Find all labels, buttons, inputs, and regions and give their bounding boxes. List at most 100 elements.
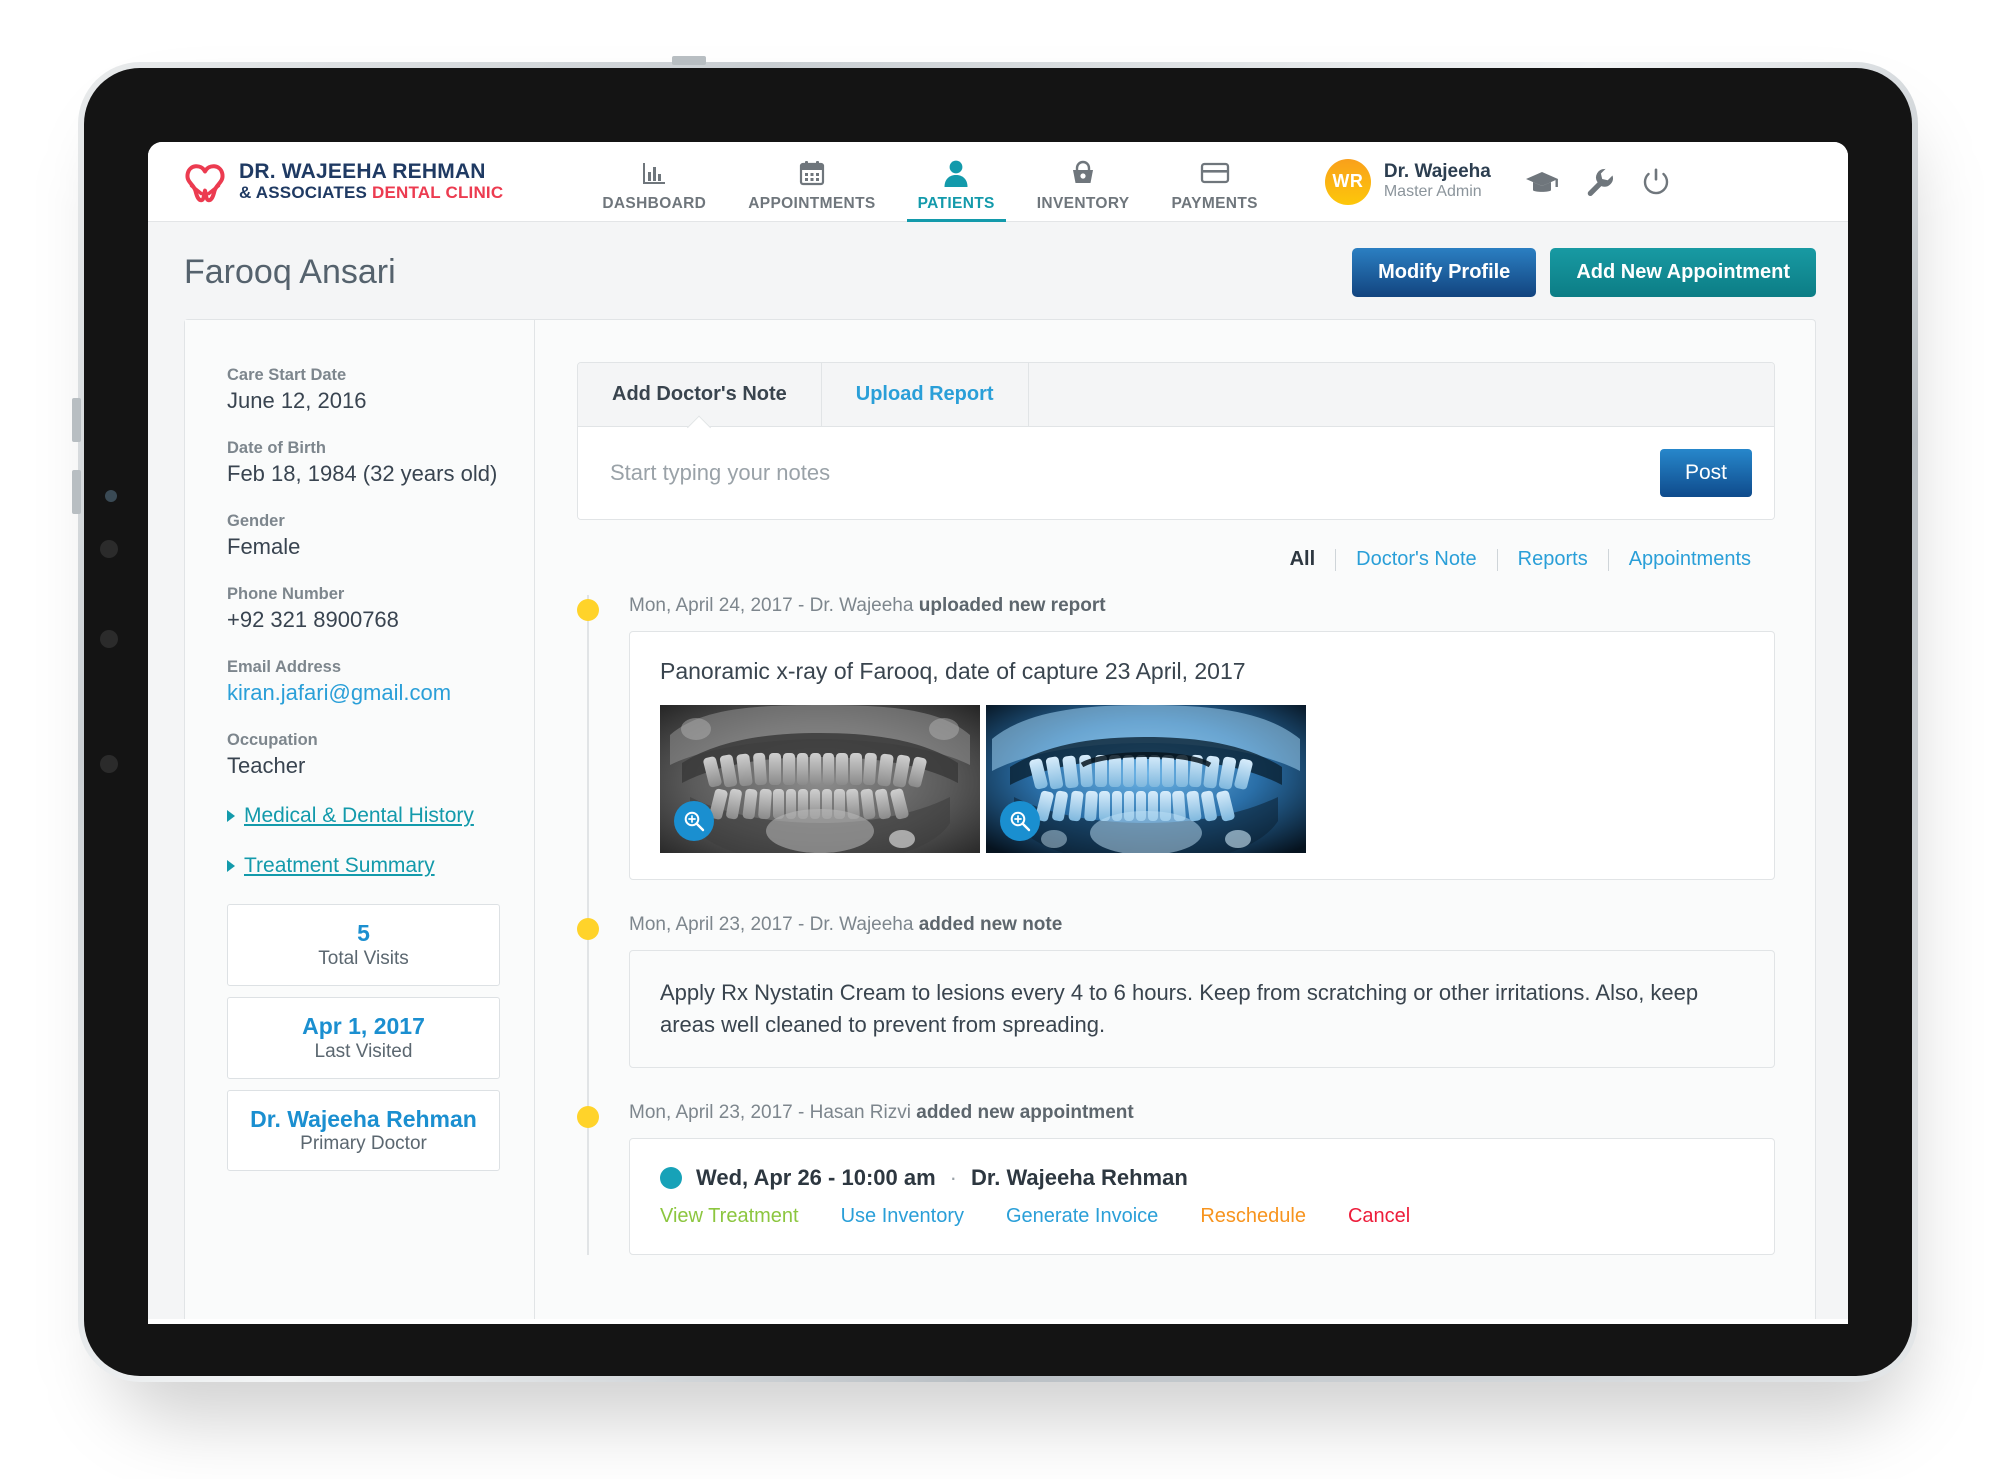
timeline-meta-action: uploaded new report <box>918 595 1106 616</box>
volume-button-hardware[interactable] <box>72 398 81 442</box>
nav-label-inventory: INVENTORY <box>1036 194 1130 212</box>
appointment-status-dot-icon <box>660 1166 682 1189</box>
disclosure-label: Medical & Dental History <box>244 804 474 827</box>
filter-doctors-note[interactable]: Doctor's Note <box>1336 548 1497 571</box>
panoramic-xray-grayscale[interactable] <box>660 705 980 853</box>
brand-logo[interactable]: DR. WAJEEHA REHMAN & ASSOCIATES DENTAL C… <box>182 159 503 205</box>
brand-line-2-red: DENTAL CLINIC <box>371 182 504 202</box>
field-value: Teacher <box>227 753 306 778</box>
nav-item-appointments[interactable]: APPOINTMENTS <box>727 142 896 222</box>
field-value: June 12, 2016 <box>227 388 367 413</box>
patient-activity-main: Add Doctor's Note Upload Report Post <box>535 320 1815 1319</box>
timeline-meta: Mon, April 24, 2017 - Dr. Wajeeha upload… <box>629 595 1775 617</box>
brand-line-1: DR. WAJEEHA REHMAN <box>239 160 486 184</box>
brand-line-2: & ASSOCIATES DENTAL CLINIC <box>239 182 504 202</box>
field-phone-number: Phone Number +92 321 8900768 <box>227 585 500 633</box>
user-menu[interactable]: WR Dr. Wajeeha Master Admin <box>1324 158 1491 205</box>
composer-body: Post <box>578 427 1774 519</box>
filter-appointments[interactable]: Appointments <box>1609 548 1771 571</box>
field-occupation: Occupation Teacher <box>227 731 500 779</box>
activity-timeline: Mon, April 24, 2017 - Dr. Wajeeha upload… <box>577 595 1775 1255</box>
generate-invoice-link[interactable]: Generate Invoice <box>1006 1205 1158 1228</box>
user-info: Dr. Wajeeha Master Admin <box>1384 161 1491 201</box>
tablet-screen: DR. WAJEEHA REHMAN & ASSOCIATES DENTAL C… <box>148 142 1848 1324</box>
magnifier-plus-icon[interactable] <box>1000 801 1040 841</box>
brand-line-2-dark: & ASSOCIATES <box>239 182 368 202</box>
brand-text: DR. WAJEEHA REHMAN & ASSOCIATES DENTAL C… <box>239 160 504 202</box>
tab-upload-report[interactable]: Upload Report <box>822 363 1029 426</box>
power-button-hardware[interactable] <box>672 56 706 65</box>
appointment-datetime: Wed, Apr 26 - 10:00 am <box>696 1164 936 1190</box>
add-new-appointment-button[interactable]: Add New Appointment <box>1550 248 1816 297</box>
note-text: Apply Rx Nystatin Cream to lesions every… <box>660 980 1699 1037</box>
note-input[interactable] <box>610 460 1660 486</box>
graduation-cap-icon[interactable] <box>1525 169 1559 195</box>
appointment-header: Wed, Apr 26 - 10:00 am · Dr. Wajeeha Reh… <box>660 1165 1744 1191</box>
nav-label-dashboard: DASHBOARD <box>602 194 707 212</box>
credit-card-icon <box>1200 158 1230 188</box>
email-link[interactable]: kiran.jafari@gmail.com <box>227 680 500 706</box>
patient-panel: Care Start Date June 12, 2016 Date of Bi… <box>184 319 1816 1319</box>
note-card: Apply Rx Nystatin Cream to lesions every… <box>629 950 1775 1068</box>
field-value: +92 321 8900768 <box>227 607 399 632</box>
stat-total-visits: 5 Total Visits <box>227 904 500 986</box>
bar-chart-icon <box>641 158 667 188</box>
power-icon[interactable] <box>1641 167 1671 197</box>
user-role: Master Admin <box>1383 183 1482 201</box>
cancel-link[interactable]: Cancel <box>1348 1205 1410 1228</box>
filter-all[interactable]: All <box>1270 548 1336 571</box>
appointment-actions: View Treatment Use Inventory Generate In… <box>660 1205 1744 1228</box>
field-label: Occupation <box>227 731 318 749</box>
timeline-item-note: Mon, April 23, 2017 - Dr. Wajeeha added … <box>577 914 1775 1068</box>
nav-item-inventory[interactable]: INVENTORY <box>1016 142 1151 222</box>
timeline-meta: Mon, April 23, 2017 - Dr. Wajeeha added … <box>629 914 1775 936</box>
xray-image-row <box>660 705 1744 853</box>
reschedule-link[interactable]: Reschedule <box>1200 1205 1306 1228</box>
tooth-heart-logo-icon <box>185 163 225 202</box>
screenshot-root: DR. WAJEEHA REHMAN & ASSOCIATES DENTAL C… <box>0 0 1994 1479</box>
tab-add-doctors-note[interactable]: Add Doctor's Note <box>578 363 822 440</box>
timeline-meta: Mon, April 23, 2017 - Hasan Rizvi added … <box>629 1102 1775 1124</box>
view-treatment-link[interactable]: View Treatment <box>660 1205 799 1228</box>
medical-dental-history-toggle[interactable]: Medical & Dental History <box>227 804 500 828</box>
field-label: Email Address <box>227 658 342 676</box>
sensor-dot-3 <box>100 755 118 773</box>
timeline-dot <box>577 918 599 940</box>
page-title: Farooq Ansari <box>184 253 396 291</box>
filter-reports[interactable]: Reports <box>1498 548 1608 571</box>
appointment-doctor: Dr. Wajeeha Rehman <box>970 1164 1188 1190</box>
stat-label: Last Visited <box>314 1040 413 1062</box>
field-label: Phone Number <box>227 585 345 603</box>
nav-label-patients: PATIENTS <box>917 194 995 212</box>
panoramic-xray-blue[interactable] <box>986 705 1306 853</box>
basket-icon <box>1069 158 1097 188</box>
stat-value: Dr. Wajeeha Rehman <box>250 1105 477 1132</box>
chevron-right-icon <box>227 860 235 872</box>
field-gender: Gender Female <box>227 512 500 560</box>
report-card: Panoramic x-ray of Farooq, date of captu… <box>629 631 1775 880</box>
stat-value: Apr 1, 2017 <box>302 1012 425 1039</box>
post-button[interactable]: Post <box>1659 449 1752 497</box>
modify-profile-button[interactable]: Modify Profile <box>1352 248 1537 297</box>
user-name: Dr. Wajeeha <box>1383 161 1491 183</box>
nav-label-payments: PAYMENTS <box>1171 194 1258 212</box>
sensor-dot-1 <box>100 540 118 558</box>
use-inventory-link[interactable]: Use Inventory <box>841 1205 964 1228</box>
page-title-bar: Farooq Ansari Modify Profile Add New App… <box>148 222 1848 319</box>
timeline-item-report: Mon, April 24, 2017 - Dr. Wajeeha upload… <box>577 595 1775 880</box>
magnifier-plus-icon[interactable] <box>674 801 714 841</box>
stat-last-visited: Apr 1, 2017 Last Visited <box>227 996 500 1079</box>
nav-item-patients[interactable]: PATIENTS <box>897 142 1016 222</box>
wrench-icon[interactable] <box>1585 167 1615 197</box>
volume-button-hardware-2[interactable] <box>72 470 81 514</box>
app-header: DR. WAJEEHA REHMAN & ASSOCIATES DENTAL C… <box>148 142 1848 222</box>
treatment-summary-toggle[interactable]: Treatment Summary <box>227 854 500 878</box>
stat-primary-doctor: Dr. Wajeeha Rehman Primary Doctor <box>227 1089 500 1172</box>
stat-label: Primary Doctor <box>300 1133 427 1155</box>
field-label: Care Start Date <box>227 366 347 384</box>
field-label: Gender <box>227 512 285 530</box>
note-composer: Add Doctor's Note Upload Report Post <box>577 362 1775 520</box>
field-date-of-birth: Date of Birth Feb 18, 1984 (32 years old… <box>227 439 500 487</box>
nav-item-dashboard[interactable]: DASHBOARD <box>581 142 727 222</box>
nav-item-payments[interactable]: PAYMENTS <box>1150 142 1278 222</box>
